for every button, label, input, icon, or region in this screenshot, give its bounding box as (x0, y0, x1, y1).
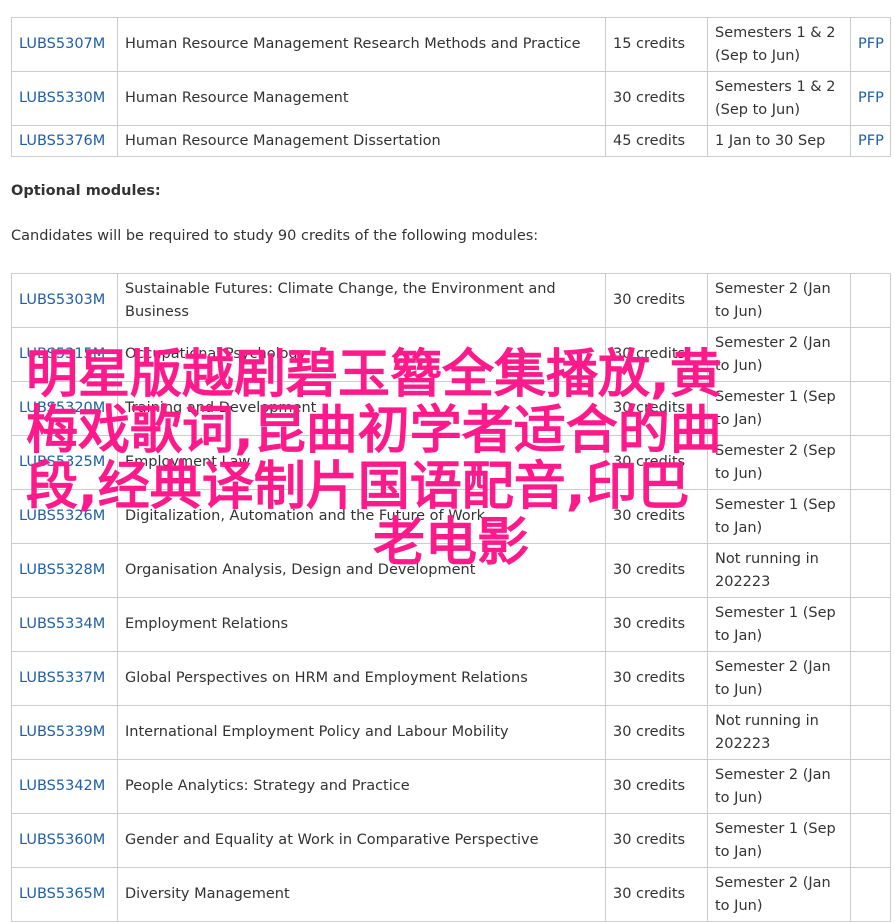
module-code-link[interactable]: LUBS5337M (11, 651, 118, 706)
module-credits: 30 credits (605, 435, 708, 490)
module-title: Diversity Management (117, 867, 606, 922)
table-row: LUBS5339M International Employment Policy… (11, 705, 891, 760)
module-title: Employment Law (117, 435, 606, 490)
module-term: Semesters 1 & 2 (Sep to Jun) (707, 17, 851, 72)
module-type-cell (850, 489, 891, 544)
module-code-link[interactable]: LUBS5330M (11, 71, 118, 126)
module-type-link[interactable]: PFP (850, 71, 891, 126)
module-title: Employment Relations (117, 597, 606, 652)
module-type-cell (850, 867, 891, 922)
module-type-cell (850, 435, 891, 490)
module-credits: 30 credits (605, 759, 708, 814)
module-credits: 30 credits (605, 651, 708, 706)
module-term: Semester 2 (Jan to Jun) (707, 651, 851, 706)
module-title: Sustainable Futures: Climate Change, the… (117, 273, 606, 328)
table-row: LUBS5330M Human Resource Management 30 c… (11, 71, 891, 126)
table-row: LUBS5328M Organisation Analysis, Design a… (11, 543, 891, 598)
module-code-link[interactable]: LUBS5334M (11, 597, 118, 652)
module-code-link[interactable]: LUBS5376M (11, 125, 118, 157)
module-title: People Analytics: Strategy and Practice (117, 759, 606, 814)
table-row: LUBS5376M Human Resource Management Diss… (11, 125, 891, 157)
module-credits: 30 credits (605, 489, 708, 544)
table-row: LUBS5342M People Analytics: Strategy and … (11, 759, 891, 814)
table-row: LUBS5326M Digitalization, Automation and … (11, 489, 891, 544)
module-code-link[interactable]: LUBS5325M (11, 435, 118, 490)
module-title: Gender and Equality at Work in Comparati… (117, 813, 606, 868)
module-code-link[interactable]: LUBS5360M (11, 813, 118, 868)
module-type-link[interactable]: PFP (850, 17, 891, 72)
module-code-link[interactable]: LUBS5320M (11, 381, 118, 436)
module-credits: 30 credits (605, 813, 708, 868)
module-term: Semester 1 (Sep to Jan) (707, 489, 851, 544)
module-type-cell (850, 813, 891, 868)
module-type-cell (850, 759, 891, 814)
module-term: Semesters 1 & 2 (Sep to Jun) (707, 71, 851, 126)
module-type-cell (850, 651, 891, 706)
module-title: Human Resource Management Dissertation (117, 125, 606, 157)
module-term: Semester 1 (Sep to Jan) (707, 381, 851, 436)
module-term: Semester 2 (Jan to Jun) (707, 327, 851, 382)
table-row: LUBS5315M Occupational Psychology 30 credi… (11, 327, 891, 382)
table-row: LUBS5307M Human Resource Management Rese… (11, 17, 891, 72)
module-title: Digitalization, Automation and the Futur… (117, 489, 606, 544)
module-code-link[interactable]: LUBS5303M (11, 273, 118, 328)
module-title: Human Resource Management (117, 71, 606, 126)
module-code-link[interactable]: LUBS5326M (11, 489, 118, 544)
core-modules-table: LUBS5307M Human Resource Management Rese… (11, 17, 891, 157)
module-term: Semester 2 (Sep to Jun) (707, 435, 851, 490)
module-type-cell (850, 597, 891, 652)
table-row: LUBS5337M Global Perspectives on HRM and … (11, 651, 891, 706)
module-term: Semester 2 (Jan to Jun) (707, 759, 851, 814)
module-title: Training and Development (117, 381, 606, 436)
table-row: LUBS5360M Gender and Equality at Work in … (11, 813, 891, 868)
module-term: 1 Jan to 30 Sep (707, 125, 851, 157)
module-type-cell (850, 273, 891, 328)
table-row: LUBS5303M Sustainable Futures: Climate Ch… (11, 273, 891, 328)
module-term: Not running in 202223 (707, 543, 851, 598)
module-credits: 30 credits (605, 71, 708, 126)
module-code-link[interactable]: LUBS5315M (11, 327, 118, 382)
module-code-link[interactable]: LUBS5307M (11, 17, 118, 72)
module-code-link[interactable]: LUBS5365M (11, 867, 118, 922)
module-credits: 30 credits (605, 543, 708, 598)
optional-modules-intro: Candidates will be required to study 90 … (11, 228, 539, 244)
module-type-cell (850, 543, 891, 598)
table-row: LUBS5320M Training and Development 30 cred… (11, 381, 891, 436)
module-type-cell (850, 705, 891, 760)
module-type-cell (850, 327, 891, 382)
table-row: LUBS5365M Diversity Management 30 credits S… (11, 867, 891, 922)
module-title: Human Resource Management Research Metho… (117, 17, 606, 72)
module-credits: 30 credits (605, 867, 708, 922)
module-code-link[interactable]: LUBS5328M (11, 543, 118, 598)
module-term: Semester 1 (Sep to Jan) (707, 597, 851, 652)
module-title: Global Perspectives on HRM and Employmen… (117, 651, 606, 706)
module-credits: 30 credits (605, 381, 708, 436)
module-term: Not running in 202223 (707, 705, 851, 760)
module-credits: 30 credits (605, 705, 708, 760)
table-row: LUBS5325M Employment Law 30 credits Semeste… (11, 435, 891, 490)
module-term: Semester 1 (Sep to Jan) (707, 813, 851, 868)
module-title: Occupational Psychology (117, 327, 606, 382)
module-title: International Employment Policy and Labo… (117, 705, 606, 760)
module-type-cell (850, 381, 891, 436)
module-code-link[interactable]: LUBS5339M (11, 705, 118, 760)
module-credits: 30 credits (605, 273, 708, 328)
module-credits: 30 credits (605, 597, 708, 652)
module-type-link[interactable]: PFP (850, 125, 891, 157)
module-term: Semester 2 (Jan to Jun) (707, 273, 851, 328)
module-term: Semester 2 (Jan to Jun) (707, 867, 851, 922)
optional-modules-table: LUBS5303M Sustainable Futures: Climate Ch… (11, 273, 891, 922)
module-title: Organisation Analysis, Design and Develo… (117, 543, 606, 598)
table-row: LUBS5334M Employment Relations 30 credits S… (11, 597, 891, 652)
optional-modules-heading: Optional modules: (11, 183, 161, 199)
module-code-link[interactable]: LUBS5342M (11, 759, 118, 814)
module-credits: 30 credits (605, 327, 708, 382)
module-credits: 45 credits (605, 125, 708, 157)
module-credits: 15 credits (605, 17, 708, 72)
